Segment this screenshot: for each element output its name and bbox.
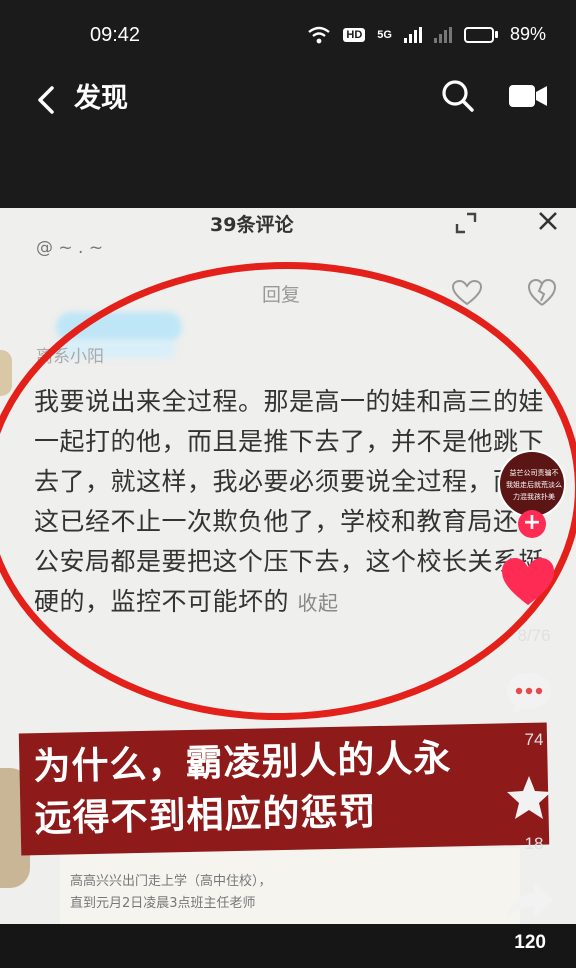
comment-icon[interactable] bbox=[504, 670, 554, 716]
comments-count-title: 39条评论 bbox=[210, 214, 294, 236]
document-line: 高高兴兴出门走上学（高中住校）， bbox=[70, 874, 272, 889]
signal-secondary-icon bbox=[433, 26, 452, 43]
comment-username: 离系小阳 bbox=[36, 347, 104, 367]
search-icon[interactable] bbox=[440, 78, 476, 114]
status-time: 09:42 bbox=[90, 24, 141, 46]
commenter-avatar bbox=[0, 350, 12, 396]
expand-icon bbox=[455, 212, 477, 234]
like-heart-icon[interactable] bbox=[500, 556, 556, 608]
signal-icon bbox=[403, 26, 422, 43]
comment-body: 我要说出来全过程。那是高一的娃和高三的娃一起打的他，而且是推下去了，并不是他跳下… bbox=[34, 382, 554, 623]
hd-badge: HD bbox=[343, 27, 366, 42]
battery-percent: 89% bbox=[509, 24, 546, 44]
collapse-link: 收起 bbox=[297, 591, 339, 615]
comment-count: 74 bbox=[524, 730, 544, 749]
share-icon[interactable] bbox=[504, 880, 556, 924]
author-avatar[interactable]: 益芒公司责骗不 我姐走后就荒淡么 力混我孩扑美 bbox=[498, 450, 566, 518]
like-count: 8/76 bbox=[517, 626, 551, 645]
avatar-text-line: 益芒公司责骗不 bbox=[509, 469, 559, 477]
nav-bar: 发现 bbox=[0, 74, 576, 136]
battery-icon bbox=[463, 26, 498, 43]
comment-text: 我要说出来全过程。那是高一的娃和高三的娃一起打的他，而且是推下去了，并不是他跳下… bbox=[34, 387, 545, 616]
wifi-icon bbox=[308, 26, 331, 43]
dislike-icon bbox=[528, 278, 556, 306]
back-icon[interactable] bbox=[32, 80, 62, 120]
video-caption: 为什么，霸凌别人的人永 远得不到相应的惩罚 bbox=[18, 722, 550, 856]
reply-label: 回复 bbox=[262, 284, 301, 306]
follow-button[interactable]: + bbox=[518, 510, 546, 538]
blurred-username bbox=[56, 312, 182, 342]
share-count: 120 bbox=[514, 932, 546, 953]
favorite-star-icon[interactable] bbox=[504, 774, 554, 822]
avatar-text-line: 我姐走后就荒淡么 bbox=[506, 481, 562, 489]
status-bar: 09:42 HD 5G 89% bbox=[0, 0, 576, 74]
page-title: 发现 bbox=[74, 83, 128, 114]
network-type: 5G bbox=[377, 28, 392, 41]
heart-outline-icon bbox=[452, 280, 482, 306]
camera-icon[interactable] bbox=[508, 82, 548, 110]
favorite-count: 18 bbox=[524, 834, 544, 853]
mention-text: @ ~ . ~ bbox=[36, 238, 104, 258]
status-icons: HD 5G 89% bbox=[307, 24, 546, 45]
document-line: 直到元月2日凌晨3点班主任老师 bbox=[70, 896, 256, 911]
avatar-text-line: 力混我孩扑美 bbox=[513, 493, 555, 501]
close-icon bbox=[539, 212, 557, 230]
caption-line-2: 远得不到相应的惩罚 bbox=[34, 790, 377, 841]
